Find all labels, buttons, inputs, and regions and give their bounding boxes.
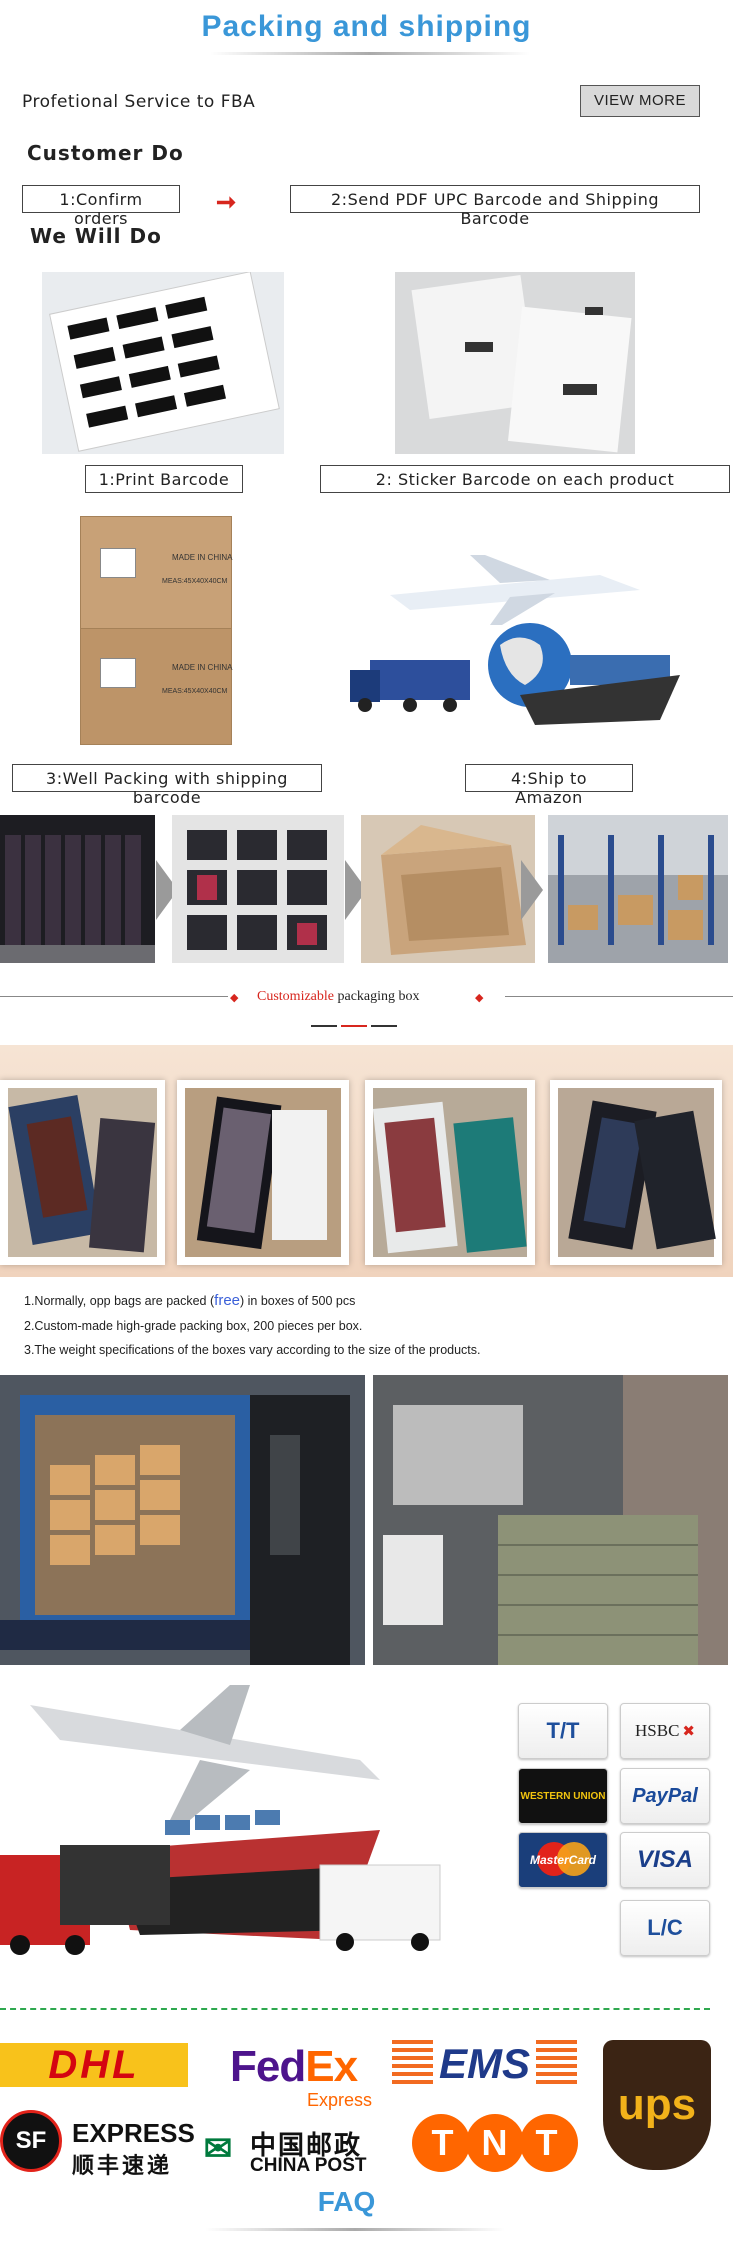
fedex-logo: FedEx: [230, 2042, 358, 2091]
arrow-right-icon: ➞: [216, 189, 237, 216]
note-line-3: 3.The weight specifications of the boxes…: [24, 1343, 481, 1357]
logistics-image: [350, 545, 690, 750]
china-post-english: CHINA POST: [250, 2155, 367, 2176]
title-underline: [210, 52, 530, 55]
truck-loading-photo: [0, 1375, 365, 1665]
cartons-image: MADE IN CHINA MEAS:45X40X40CM MADE IN CH…: [62, 508, 268, 753]
note-line-2: 2.Custom-made high-grade packing box, 20…: [24, 1319, 363, 1333]
package-photo-4: [550, 1080, 722, 1265]
hsbc-payment-icon: HSBC ✖: [620, 1703, 710, 1759]
barcode-sheet-image: [42, 272, 284, 454]
tt-payment-icon: T/T: [518, 1703, 608, 1759]
western-union-icon: WESTERN UNION: [518, 1768, 608, 1824]
sticker-barcode-step: 2: Sticker Barcode on each product: [320, 465, 730, 493]
boxed-cases-photo: [172, 815, 344, 963]
page-title: Packing and shipping: [201, 10, 532, 43]
send-barcode-step: 2:Send PDF UPC Barcode and Shipping Barc…: [290, 185, 700, 228]
sf-logo: SF: [0, 2110, 62, 2172]
sf-express-text: EXPRESS: [72, 2118, 195, 2148]
container-loading-photo: [373, 1375, 728, 1665]
dhl-logo: DHL: [0, 2043, 188, 2087]
sf-chinese-text: 顺丰速递: [72, 2153, 173, 2178]
faq-underline: [205, 2228, 505, 2231]
print-barcode-step: 1:Print Barcode: [85, 465, 243, 493]
confirm-orders-step: 1:Confirm orders: [22, 185, 180, 228]
open-carton-photo: [361, 815, 535, 963]
we-will-do-heading: We Will Do: [30, 224, 162, 248]
transport-collage: [0, 1680, 480, 1980]
view-more-button[interactable]: VIEW MORE: [580, 85, 700, 117]
fba-service-text: Profetional Service to FBA: [22, 92, 256, 112]
package-photo-1: [0, 1080, 165, 1265]
diamond-icon: ◆: [230, 992, 239, 1004]
ship-to-amazon-step: 4:Ship to Amazon: [465, 764, 633, 807]
well-packing-step: 3:Well Packing with shipping barcode: [12, 764, 322, 807]
package-photo-3: [365, 1080, 535, 1265]
package-photo-2: [177, 1080, 349, 1265]
lc-payment-icon: L/C: [620, 1900, 710, 1956]
phone-cases-photo: [0, 815, 155, 963]
packaging-heading: Customizable packaging box: [257, 989, 420, 1004]
tnt-logo: TNT: [412, 2112, 578, 2174]
china-post-icon: ✉: [203, 2130, 233, 2168]
mastercard-icon: MasterCard: [518, 1832, 608, 1888]
customer-do-heading: Customer Do: [27, 141, 184, 165]
diamond-icon: ◆: [475, 992, 484, 1004]
note-line-1: 1.Normally, opp bags are packed (free) i…: [24, 1292, 356, 1309]
visa-icon: VISA: [620, 1832, 710, 1888]
chevron-right-icon: [521, 860, 543, 920]
packing-notes: 1.Normally, opp bags are packed (free) i…: [24, 1292, 714, 1367]
faq-heading: FAQ: [317, 2186, 376, 2217]
warehouse-photo: [548, 815, 728, 963]
fedex-express-text: Express: [307, 2090, 373, 2110]
dashed-separator: [0, 2008, 710, 2010]
paypal-icon: PayPal: [620, 1768, 710, 1824]
ems-logo: EMS: [392, 2040, 577, 2088]
ups-logo: ups: [603, 2040, 711, 2170]
white-bags-image: [395, 272, 635, 454]
